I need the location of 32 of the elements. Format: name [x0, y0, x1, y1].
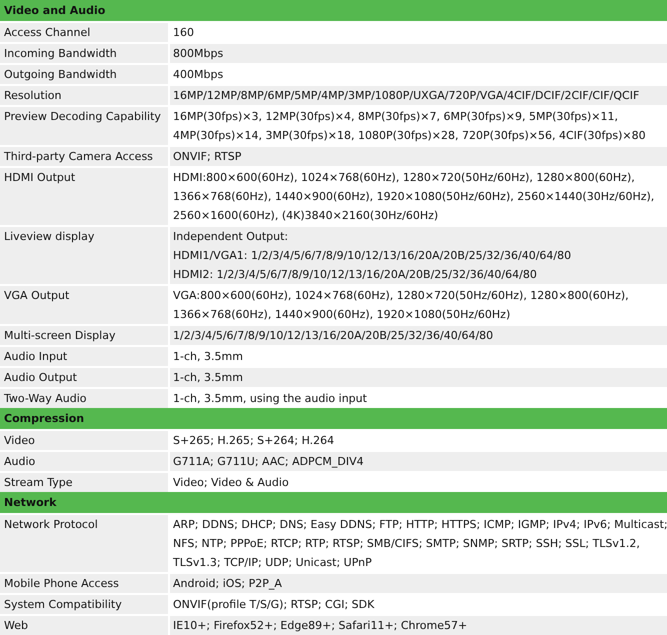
- spec-label: Two-Way Audio: [0, 389, 168, 408]
- section-header: Network: [0, 492, 667, 513]
- section-header: Video and Audio: [0, 0, 667, 21]
- spec-label: Mobile Phone Access: [0, 574, 168, 593]
- spec-value: 1/2/3/4/5/6/7/8/9/10/12/13/16/20A/20B/25/32/36/40/64/80: [170, 326, 667, 345]
- spec-value: IE10+; Firefox52+; Edge89+; Safari11+; Chrome57+: [170, 616, 667, 635]
- spec-label: Resolution: [0, 86, 168, 105]
- spec-value: 1-ch, 3.5mm: [170, 368, 667, 387]
- spec-value: G711A; G711U; AAC; ADPCM_DIV4: [170, 452, 667, 471]
- spec-label: Audio Output: [0, 368, 168, 387]
- spec-label: System Compatibility: [0, 595, 168, 614]
- spec-label: Video: [0, 431, 168, 450]
- spec-label: Preview Decoding Capability: [0, 107, 168, 145]
- spec-label: Network Protocol: [0, 515, 168, 572]
- section-header: Compression: [0, 408, 667, 429]
- spec-value: Independent Output: HDMI1/VGA1: 1/2/3/4/5/6/7/8/9/10/12/13/16/20A/20B/25/32/36/40/64/80 HDMI2: 1/2/3/4/5/6/7/8/9/10/12/13/16/20A/20B/25/32/36/40/64/80: [170, 227, 667, 284]
- spec-label: Third-party Camera Access: [0, 147, 168, 166]
- spec-value: ONVIF; RTSP: [170, 147, 667, 166]
- spec-label: Audio: [0, 452, 168, 471]
- spec-value: 800Mbps: [170, 44, 667, 63]
- spec-label: Access Channel: [0, 23, 168, 42]
- spec-label: Audio Input: [0, 347, 168, 366]
- spec-label: Incoming Bandwidth: [0, 44, 168, 63]
- spec-label: Web: [0, 616, 168, 635]
- spec-label: Multi-screen Display: [0, 326, 168, 345]
- spec-label: Outgoing Bandwidth: [0, 65, 168, 84]
- spec-label: Stream Type: [0, 473, 168, 492]
- spec-label: HDMI Output: [0, 168, 168, 225]
- spec-value: Android; iOS; P2P_A: [170, 574, 667, 593]
- spec-label: Liveview display: [0, 227, 168, 284]
- spec-value: 16MP/12MP/8MP/6MP/5MP/4MP/3MP/1080P/UXGA/720P/VGA/4CIF/DCIF/2CIF/CIF/QCIF: [170, 86, 667, 105]
- spec-label: VGA Output: [0, 286, 168, 324]
